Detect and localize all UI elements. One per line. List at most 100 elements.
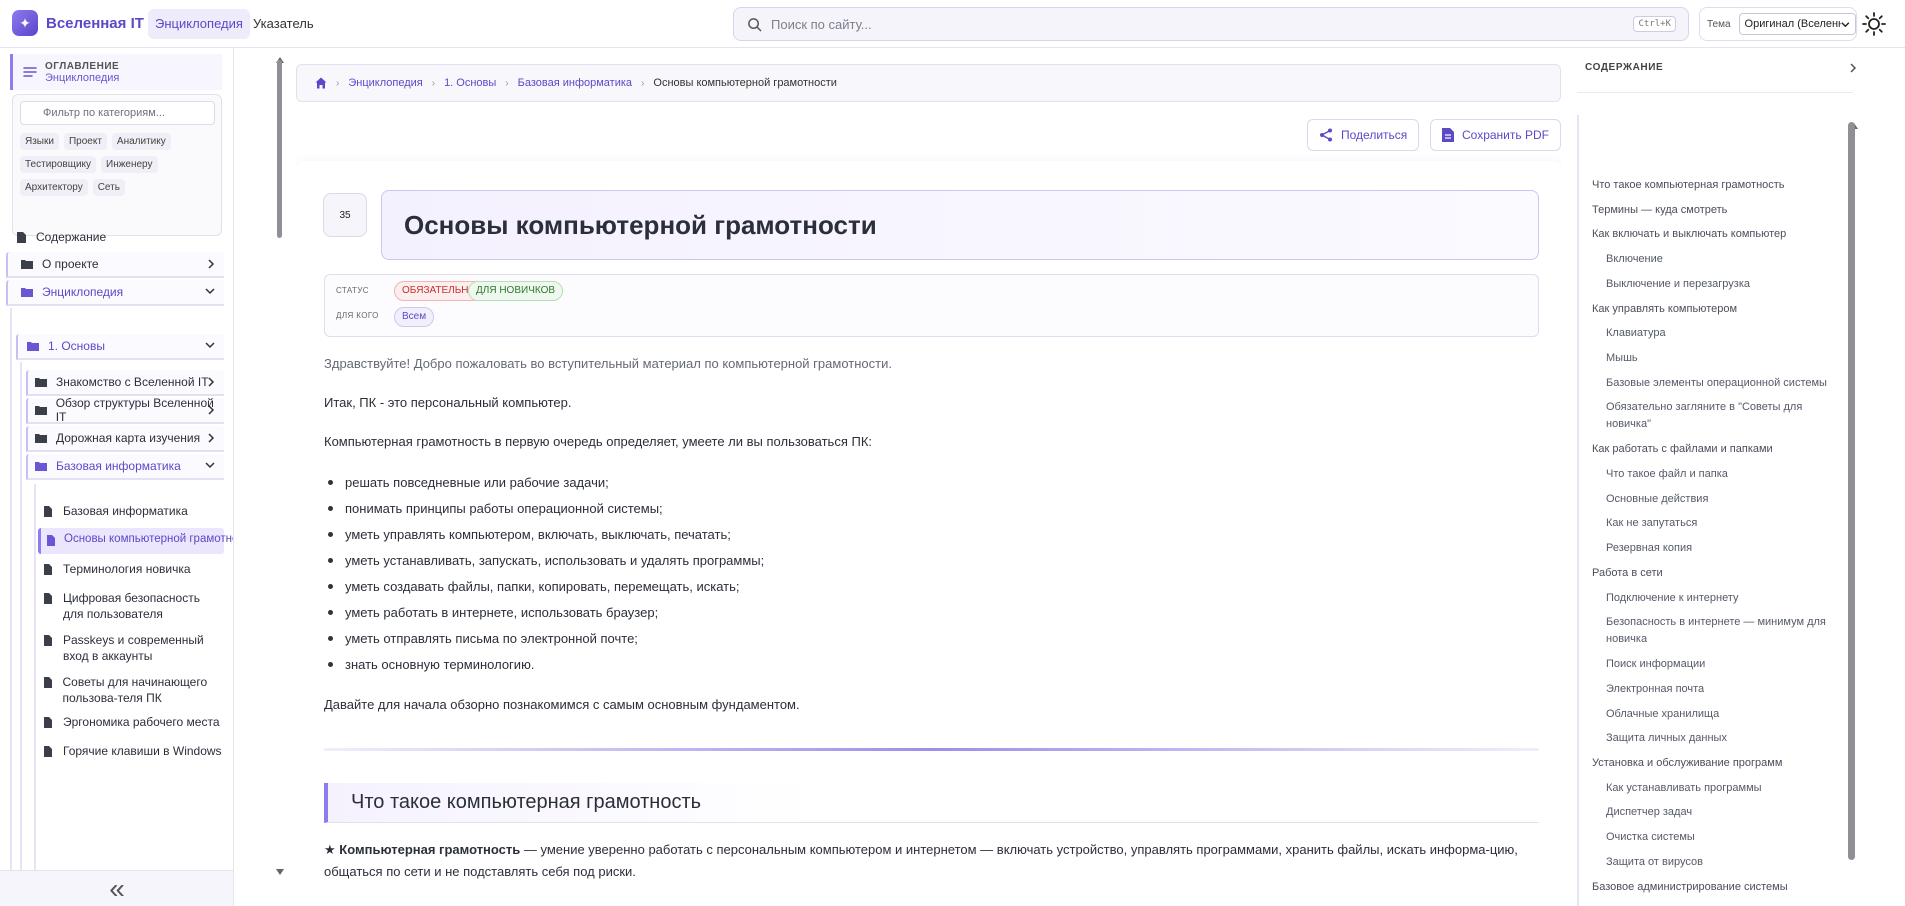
- definition-paragraph: ★ Компьютерная грамотность — умение увер…: [324, 839, 1539, 883]
- category-filter: Фильтр по категориям... Языки Проект Ана…: [12, 94, 222, 236]
- paragraph: Итак, ПК - это персональный компьютер.: [324, 395, 572, 410]
- toc-scrollbar[interactable]: [1848, 122, 1855, 860]
- toc-item[interactable]: Выключение и перезагрузка: [1606, 276, 1849, 293]
- chevron-right-icon: [208, 433, 215, 443]
- theme-toggle-button[interactable]: [1861, 11, 1887, 42]
- sidebar-item-structure[interactable]: Обзор структуры Вселенной IT: [26, 396, 224, 424]
- sidebar-page[interactable]: Базовая информатика: [44, 504, 224, 520]
- breadcrumb-link[interactable]: Энциклопедия: [348, 77, 422, 89]
- sidebar-page[interactable]: Советы для начинающего пользова-теля ПК: [44, 674, 224, 706]
- chevron-down-icon: [205, 288, 215, 295]
- theme-value: Оригинал (Вселенная IT): [1744, 18, 1842, 30]
- site-logo[interactable]: ✦ Вселенная IT: [12, 10, 144, 36]
- status-badge: ДЛЯ НОВИЧКОВ: [468, 281, 564, 301]
- toc-subtitle: Энциклопедия: [45, 71, 120, 84]
- toc-item[interactable]: Поиск информации: [1606, 656, 1849, 673]
- sidebar-page[interactable]: Цифровая безопасность для пользователя: [44, 590, 224, 622]
- page-icon: [47, 535, 55, 546]
- sidebar-item-label: Passkeys и современный вход в аккаунты: [63, 633, 204, 663]
- page-icon: [44, 717, 52, 728]
- page-icon: [44, 506, 52, 517]
- tab-index[interactable]: Указатель: [246, 9, 321, 39]
- sidebar-item-about[interactable]: О проекте: [6, 252, 224, 278]
- breadcrumb-separator: ›: [641, 77, 645, 89]
- sidebar-page-active[interactable]: Основы компьютерной грамотности: [38, 528, 233, 554]
- sidebar-item-label: Энциклопедия: [42, 285, 124, 299]
- toc-item[interactable]: Подключение к интернету: [1606, 590, 1849, 607]
- sidebar-item-contents[interactable]: Содержание: [14, 224, 224, 250]
- toc-item[interactable]: Защита личных данных: [1606, 730, 1849, 747]
- chip[interactable]: Языки: [20, 133, 59, 150]
- folder-icon: [21, 260, 33, 269]
- status-label: СТАТУС: [336, 286, 369, 295]
- breadcrumb-link[interactable]: 1. Основы: [444, 77, 496, 89]
- sidebar-scrollbar[interactable]: [277, 60, 282, 238]
- sidebar-item-intro[interactable]: Знакомство с Вселенной IT: [26, 370, 224, 396]
- toc-item[interactable]: Что такое файл и папка: [1606, 466, 1849, 483]
- home-icon[interactable]: [315, 77, 327, 89]
- collapse-sidebar-button[interactable]: «: [0, 870, 233, 906]
- chip[interactable]: Аналитику: [111, 133, 171, 150]
- intro-text: Здравствуйте! Добро пожаловать во вступи…: [324, 356, 892, 371]
- sidebar-item-basics[interactable]: 1. Основы: [16, 334, 224, 360]
- tab-encyclopedia[interactable]: Энциклопедия: [148, 9, 250, 39]
- folder-icon: [34, 406, 47, 415]
- toc-item[interactable]: Базовое администрирование системы: [1592, 879, 1849, 896]
- toc-item[interactable]: Резервная копия: [1606, 540, 1849, 557]
- sidebar-scroll-down[interactable]: [276, 862, 284, 880]
- breadcrumb: › Энциклопедия › 1. Основы › Базовая инф…: [296, 64, 1561, 102]
- toc-item[interactable]: Мышь: [1606, 350, 1849, 367]
- toc-item[interactable]: Облачные хранилища: [1606, 706, 1849, 723]
- article-meta: СТАТУС ОБЯЗАТЕЛЬНО ДЛЯ НОВИЧКОВ ДЛЯ КОГО…: [324, 274, 1539, 337]
- theme-select[interactable]: Оригинал (Вселенная IT): [1738, 13, 1856, 35]
- toc-item[interactable]: Термины — куда смотреть: [1592, 202, 1849, 219]
- toc-item[interactable]: Обязательно загляните в "Советы для нови…: [1606, 399, 1849, 433]
- share-button[interactable]: Поделиться: [1307, 119, 1420, 151]
- sidebar-item-roadmap[interactable]: Дорожная карта изучения: [26, 426, 224, 452]
- share-icon: [1320, 128, 1332, 142]
- list-item: уметь работать в интернете, использовать…: [328, 605, 658, 620]
- search-input[interactable]: Поиск по сайту... Ctrl+K: [733, 7, 1689, 41]
- toc-item[interactable]: Как управлять компьютером: [1592, 301, 1849, 318]
- sidebar-item-encyclopedia[interactable]: Энциклопедия: [6, 280, 224, 306]
- toc-item[interactable]: Безопасность в интернете — минимум для н…: [1606, 614, 1849, 648]
- sidebar-page[interactable]: Эргономика рабочего места: [44, 715, 224, 731]
- sidebar-item-label: Базовая информатика: [56, 459, 181, 473]
- toc-item[interactable]: Очистка системы: [1606, 829, 1849, 846]
- folder-icon: [21, 288, 33, 297]
- save-pdf-button[interactable]: Сохранить PDF: [1430, 119, 1561, 151]
- folder-icon: [35, 434, 47, 443]
- toc-item[interactable]: Защита от вирусов: [1606, 854, 1849, 871]
- toc-item[interactable]: Диспетчер задач: [1606, 804, 1849, 821]
- breadcrumb-link[interactable]: Базовая информатика: [518, 77, 632, 89]
- toc-item[interactable]: Работа в сети: [1592, 565, 1849, 582]
- list-item: уметь отправлять письма по электронной п…: [328, 631, 638, 646]
- toc-item[interactable]: Электронная почта: [1606, 681, 1849, 698]
- toc-item[interactable]: Как устанавливать программы: [1606, 780, 1849, 797]
- chevron-right-icon[interactable]: [1849, 63, 1857, 73]
- list-item: понимать принципы работы операционной си…: [328, 501, 663, 516]
- sidebar-item-basic-informatics[interactable]: Базовая информатика: [26, 454, 224, 480]
- sidebar-page[interactable]: Passkeys и современный вход в аккаунты: [44, 632, 224, 664]
- tree-guide: [10, 308, 12, 906]
- sidebar-page[interactable]: Терминология новичка: [44, 562, 224, 578]
- chip[interactable]: Проект: [63, 133, 107, 150]
- toc-item[interactable]: Основные действия: [1606, 491, 1849, 508]
- chip[interactable]: Инженеру: [101, 156, 158, 173]
- toc-item[interactable]: Как работать с файлами и папками: [1592, 441, 1849, 458]
- toc-item[interactable]: Как включать и выключать компьютер: [1592, 226, 1849, 243]
- toc-item[interactable]: Как не запутаться: [1606, 515, 1849, 532]
- list-item: решать повседневные или рабочие задачи;: [328, 475, 609, 490]
- chip[interactable]: Сеть: [92, 179, 125, 196]
- toc-item[interactable]: Что такое компьютерная грамотность: [1592, 177, 1849, 194]
- toc-item[interactable]: Клавиатура: [1606, 325, 1849, 342]
- list-item: уметь устанавливать, запускать, использо…: [328, 553, 764, 568]
- toc-item[interactable]: Базовые элементы операционной системы: [1606, 375, 1849, 392]
- chip[interactable]: Архитектору: [20, 179, 88, 196]
- toc-item[interactable]: Установка и обслуживание программ: [1592, 755, 1849, 772]
- chip[interactable]: Тестировщику: [20, 156, 97, 173]
- toc-item[interactable]: Включение: [1606, 251, 1849, 268]
- category-filter-input[interactable]: Фильтр по категориям...: [20, 101, 215, 125]
- divider: [1577, 92, 1853, 93]
- sidebar-page[interactable]: Горячие клавиши в Windows: [44, 744, 224, 760]
